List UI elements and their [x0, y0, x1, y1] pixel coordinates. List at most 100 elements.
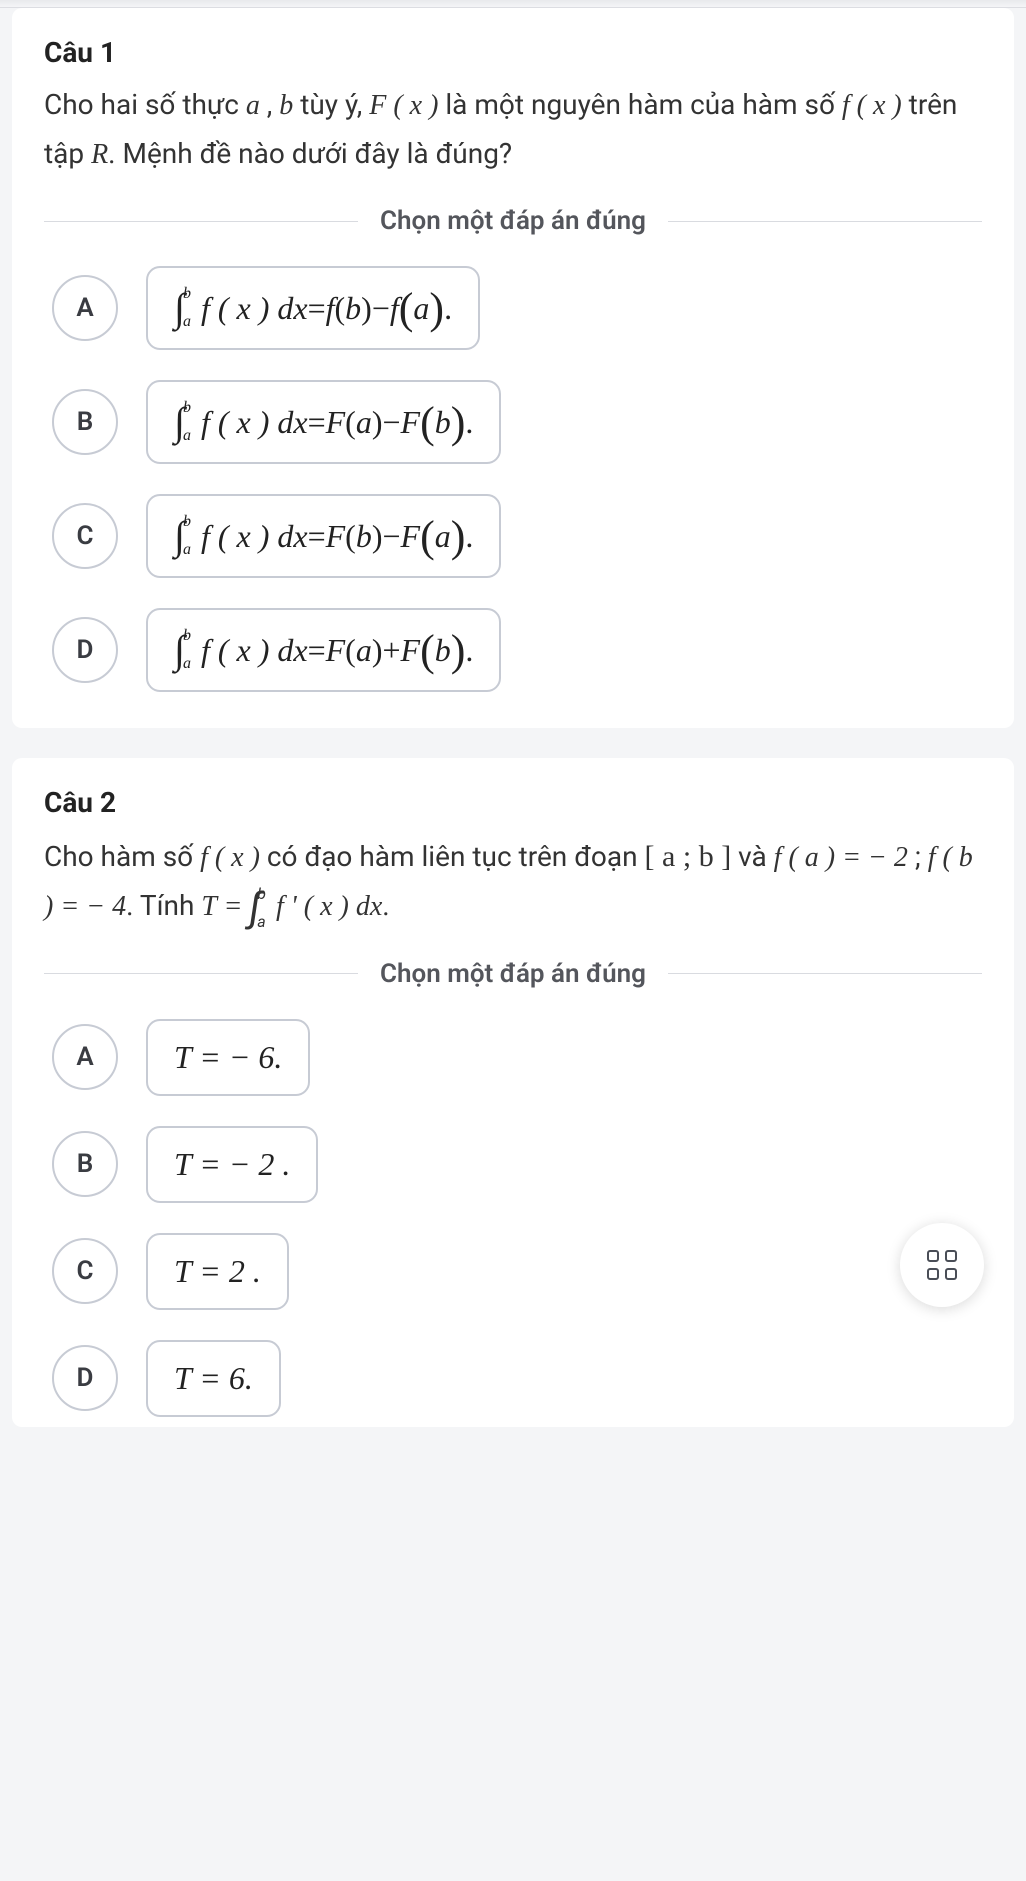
option-a[interactable]: A ∫ ba f ( x ) dx = f ( b ) − f ( a ) . [52, 266, 982, 350]
equals: = [308, 518, 326, 555]
option-letter: B [52, 1131, 118, 1197]
math-fx: f ( x ) [842, 90, 902, 121]
option-content: T = − 6. [146, 1019, 310, 1096]
question-text: Cho hàm số f ( x ) có đạo hàm liên tục t… [44, 831, 982, 931]
option-letter: A [52, 275, 118, 341]
question-text: Cho hai số thực a , b tùy ý, F ( x ) là … [44, 81, 982, 178]
option-c[interactable]: C T = 2 . [52, 1233, 982, 1310]
text-fragment: . Tính [126, 889, 201, 922]
option-letter: C [52, 503, 118, 569]
period: . [465, 404, 473, 441]
option-content: ∫ ba f ( x ) dx = F ( a ) + F ( b ) . [146, 608, 501, 692]
math-Fx: F ( x ) [369, 90, 438, 121]
integral-icon: ∫ ba [174, 628, 195, 672]
equals: = [308, 404, 326, 441]
operator: − [382, 404, 400, 441]
divider-line [668, 973, 982, 974]
math-arg: a [435, 518, 451, 555]
option-d[interactable]: D ∫ ba f ( x ) dx = F ( a ) + F ( b ) . [52, 608, 982, 692]
integral-icon: ∫ ba [174, 514, 195, 558]
text-fragment: . Mệnh đề nào dưới đây là đúng? [108, 137, 512, 170]
prompt-divider: Chọn một đáp án đúng [44, 959, 982, 989]
text-fragment: có đạo hàm liên tục trên đoạn [260, 840, 645, 873]
math-arg: b [345, 290, 361, 327]
option-letter: D [52, 617, 118, 683]
option-letter: C [52, 1238, 118, 1304]
math-fx: f ( x ) [200, 842, 260, 873]
integrand: f ( x ) dx [201, 632, 308, 669]
text-fragment: tùy ý, [293, 88, 369, 121]
integral-icon: ∫ba [249, 886, 270, 930]
grid-icon [927, 1250, 957, 1280]
divider-line [44, 973, 358, 974]
math-T: T = [201, 891, 249, 922]
math-arg: b [435, 632, 451, 669]
integrand: f ( x ) dx [201, 290, 308, 327]
option-letter: B [52, 389, 118, 455]
math-arg: b [356, 518, 372, 555]
math-arg: a [356, 632, 372, 669]
math-func: F [326, 404, 346, 441]
grid-menu-button[interactable] [900, 1223, 984, 1307]
math-var-b: b [279, 90, 293, 121]
option-content: ∫ ba f ( x ) dx = F ( b ) − F ( a ) . [146, 494, 501, 578]
math-R: R [91, 139, 108, 170]
math-func: F [326, 518, 346, 555]
prompt-text: Chọn một đáp án đúng [358, 959, 668, 989]
period: . [465, 632, 473, 669]
option-content: ∫ ba f ( x ) dx = f ( b ) − f ( a ) . [146, 266, 480, 350]
option-content: T = 2 . [146, 1233, 289, 1310]
option-letter: A [52, 1024, 118, 1090]
question-card-1: Câu 1 Cho hai số thực a , b tùy ý, F ( x… [12, 8, 1014, 728]
math-arg: a [413, 290, 429, 327]
option-content: T = − 2 . [146, 1126, 318, 1203]
option-content: T = 6. [146, 1340, 281, 1417]
integrand: f ' ( x ) dx [276, 891, 382, 922]
math-interval: [ a ; b ] [645, 840, 732, 873]
tab-stub [0, 0, 1026, 8]
operator: + [382, 632, 400, 669]
option-content: ∫ ba f ( x ) dx = F ( a ) − F ( b ) . [146, 380, 501, 464]
operator: − [372, 290, 390, 327]
period: . [382, 889, 389, 922]
prompt-divider: Chọn một đáp án đúng [44, 206, 982, 236]
divider-line [668, 221, 982, 222]
integrand: f ( x ) dx [201, 518, 308, 555]
text-fragment: Cho hai số thực [44, 88, 246, 121]
option-a[interactable]: A T = − 6. [52, 1019, 982, 1096]
option-c[interactable]: C ∫ ba f ( x ) dx = F ( b ) − F ( a ) . [52, 494, 982, 578]
options-list: A ∫ ba f ( x ) dx = f ( b ) − f ( a ) . … [44, 266, 982, 692]
math-func: F [401, 518, 421, 555]
divider-line [44, 221, 358, 222]
period: . [444, 290, 452, 327]
math-func: f [326, 290, 335, 327]
integrand: f ( x ) dx [201, 404, 308, 441]
text-fragment: , [260, 88, 279, 121]
option-d[interactable]: D T = 6. [52, 1340, 982, 1417]
question-title: Câu 1 [44, 36, 982, 69]
text-fragment: là một nguyên hàm của hàm số [438, 88, 841, 121]
math-func: F [326, 632, 346, 669]
integral-icon: ∫ ba [174, 400, 195, 444]
operator: − [382, 518, 400, 555]
prompt-text: Chọn một đáp án đúng [358, 206, 668, 236]
math-func: F [401, 404, 421, 441]
question-title: Câu 2 [44, 786, 982, 819]
integral-icon: ∫ ba [174, 286, 195, 330]
question-card-2: Câu 2 Cho hàm số f ( x ) có đạo hàm liên… [12, 758, 1014, 1427]
math-func: f [390, 290, 399, 327]
option-b[interactable]: B ∫ ba f ( x ) dx = F ( a ) − F ( b ) . [52, 380, 982, 464]
option-b[interactable]: B T = − 2 . [52, 1126, 982, 1203]
options-list: A T = − 6. B T = − 2 . C T = 2 . D T = 6… [44, 1019, 982, 1417]
math-var-a: a [246, 90, 260, 121]
math-arg: a [356, 404, 372, 441]
equals: = [308, 632, 326, 669]
math-func: F [401, 632, 421, 669]
text-fragment: Cho hàm số [44, 840, 200, 873]
equals: = [308, 290, 326, 327]
math-arg: b [435, 404, 451, 441]
text-fragment: ; [908, 840, 928, 873]
option-letter: D [52, 1345, 118, 1411]
text-fragment: và [731, 840, 773, 873]
math-fa: f ( a ) = − 2 [774, 842, 908, 873]
